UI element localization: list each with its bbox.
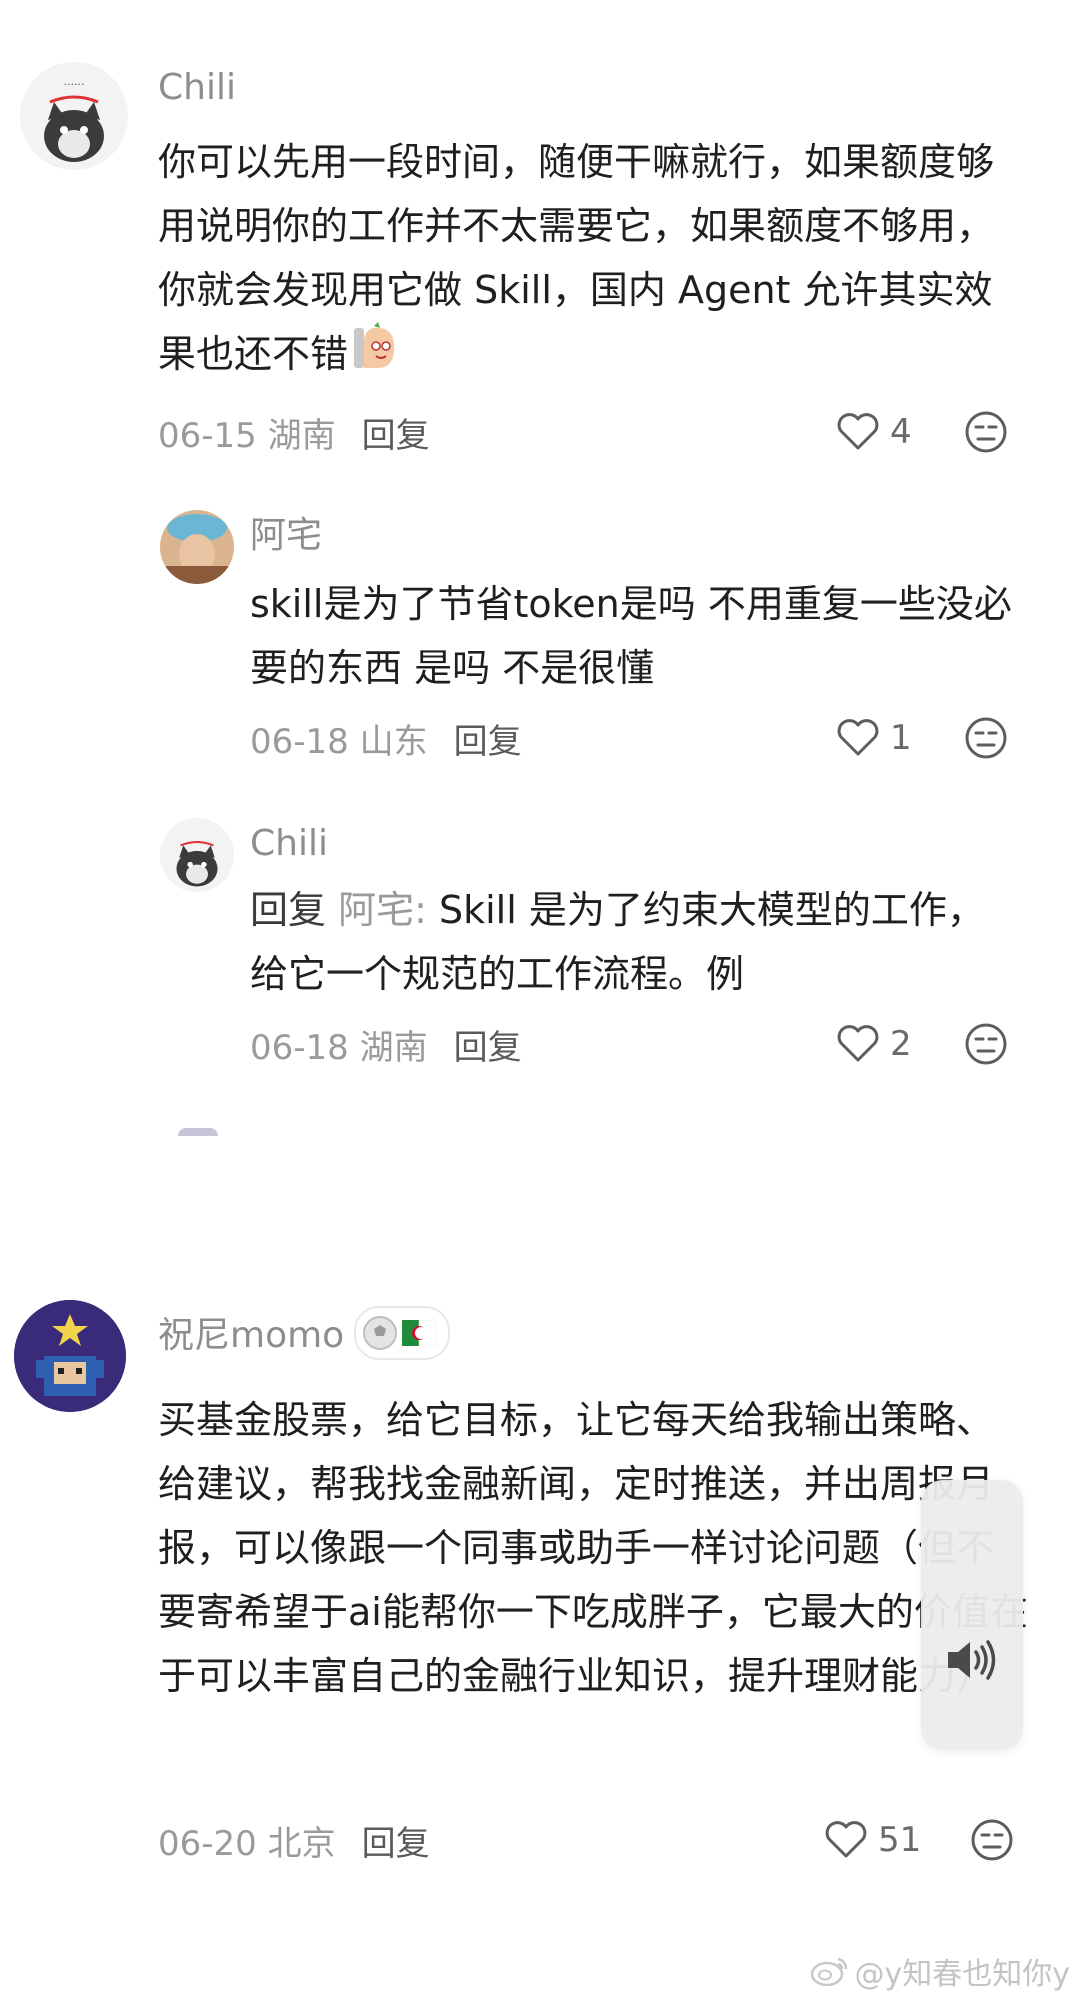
like-button[interactable]: 4 bbox=[836, 408, 912, 456]
reply-prefix: 回复 bbox=[250, 888, 327, 932]
username[interactable]: Chili bbox=[250, 822, 328, 866]
reply-target[interactable]: 阿宅: bbox=[338, 888, 427, 932]
reply-button[interactable]: 回复 bbox=[362, 1816, 430, 1865]
heart-icon bbox=[837, 1025, 879, 1062]
reply-button[interactable]: 回复 bbox=[454, 714, 522, 763]
algeria-flag-icon bbox=[402, 1320, 437, 1346]
comment-meta: 06-18 山东 回复 bbox=[250, 714, 522, 762]
comment-meta: 06-20 北京 回复 bbox=[158, 1816, 430, 1864]
username[interactable]: 阿宅 bbox=[250, 514, 322, 558]
like-count: 2 bbox=[890, 1024, 912, 1064]
like-count: 4 bbox=[890, 412, 912, 452]
date-location: 06-18 山东 bbox=[250, 721, 428, 762]
like-button[interactable]: 2 bbox=[836, 1020, 912, 1068]
peeking-emoji-icon bbox=[352, 322, 398, 391]
comment-meta: 06-15 湖南 回复 bbox=[158, 408, 430, 456]
cat-avatar-icon bbox=[160, 818, 234, 892]
dislike-face-icon[interactable] bbox=[964, 1022, 1008, 1066]
comment-text: skill是为了节省token是吗 不用重复一些没必要的东西 是吗 不是很懂 bbox=[250, 582, 1012, 690]
username[interactable]: Chili bbox=[158, 66, 236, 110]
speaker-icon bbox=[948, 1640, 996, 1680]
pixel-avatar-icon bbox=[14, 1300, 126, 1412]
like-button[interactable]: 1 bbox=[836, 714, 912, 762]
hidden-reply-avatar bbox=[178, 1128, 218, 1136]
comment-text-content: 你可以先用一段时间，随便干嘛就行，如果额度够用说明你的工作并不太需要它，如果额度… bbox=[158, 140, 995, 376]
dislike-face-icon[interactable] bbox=[964, 716, 1008, 760]
dislike-face-icon[interactable] bbox=[964, 410, 1008, 454]
comment-meta: 06-18 湖南 回复 bbox=[250, 1020, 522, 1068]
username-text[interactable]: 祝尼momo bbox=[158, 1315, 344, 1356]
user-avatar[interactable] bbox=[160, 510, 234, 584]
reply-button[interactable]: 回复 bbox=[362, 408, 430, 457]
username: 祝尼momo bbox=[158, 1306, 451, 1364]
watermark-text: @y知春也知你y bbox=[854, 1957, 1070, 1992]
cat-avatar-icon: ······ bbox=[20, 62, 128, 170]
comment-text: 你可以先用一段时间，随便干嘛就行，如果额度够用说明你的工作并不太需要它，如果额度… bbox=[158, 130, 1028, 391]
heart-icon bbox=[825, 1821, 867, 1858]
date-location: 06-15 湖南 bbox=[158, 415, 336, 456]
like-button[interactable]: 51 bbox=[824, 1816, 921, 1864]
user-avatar[interactable] bbox=[160, 818, 234, 892]
comment-text: 买基金股票，给它目标，让它每天给我输出策略、给建议，帮我找金融新闻，定时推送，并… bbox=[158, 1398, 1028, 1698]
floating-audio-button[interactable] bbox=[921, 1480, 1023, 1750]
heart-icon bbox=[837, 413, 879, 450]
person-avatar-icon bbox=[160, 510, 234, 584]
like-count: 51 bbox=[878, 1820, 922, 1860]
weibo-logo-icon bbox=[811, 1957, 848, 1987]
football-icon bbox=[363, 1316, 398, 1350]
user-badge[interactable] bbox=[354, 1306, 451, 1360]
comment-text: 回复 阿宅: Skill 是为了约束大模型的工作，给它一个规范的工作流程。例 bbox=[250, 878, 990, 1006]
like-count: 1 bbox=[890, 718, 912, 758]
user-avatar[interactable]: ······ bbox=[20, 62, 128, 170]
reply-button[interactable]: 回复 bbox=[454, 1020, 522, 1069]
user-avatar[interactable] bbox=[14, 1300, 126, 1412]
svg-text:······: ······ bbox=[64, 78, 85, 91]
heart-icon bbox=[837, 719, 879, 756]
date-location: 06-18 湖南 bbox=[250, 1027, 428, 1068]
dislike-face-icon[interactable] bbox=[970, 1818, 1014, 1862]
watermark: @y知春也知你y bbox=[810, 1949, 1070, 1993]
date-location: 06-20 北京 bbox=[158, 1823, 336, 1864]
